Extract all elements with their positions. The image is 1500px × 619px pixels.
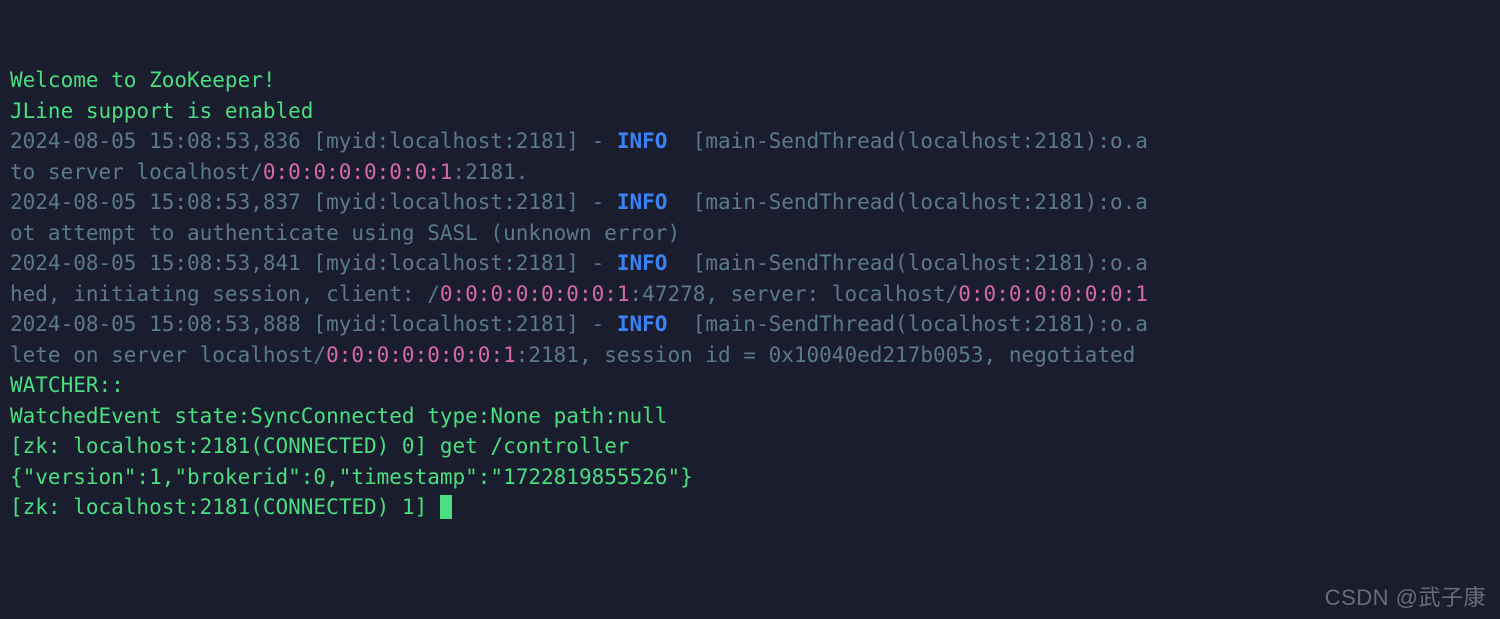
terminal-line: 2024-08-05 15:08:53,836 [myid:localhost:…: [10, 126, 1490, 157]
terminal-text: [zk: localhost:2181(CONNECTED) 0] get /c…: [10, 434, 630, 458]
terminal-text: INFO: [617, 312, 668, 336]
terminal-text: :47278, server: localhost/: [630, 282, 959, 306]
terminal-line: hed, initiating session, client: /0:0:0:…: [10, 279, 1490, 310]
cursor: [440, 495, 452, 519]
terminal-text: 2024-08-05 15:08:53,837 [myid:localhost:…: [10, 190, 617, 214]
terminal-line: JLine support is enabled: [10, 96, 1490, 127]
terminal-text: :2181.: [453, 160, 529, 184]
terminal-line: 2024-08-05 15:08:53,841 [myid:localhost:…: [10, 248, 1490, 279]
terminal-text: 0:0:0:0:0:0:0:1: [326, 343, 516, 367]
terminal-line: to server localhost/0:0:0:0:0:0:0:1:2181…: [10, 157, 1490, 188]
terminal-text: INFO: [617, 251, 668, 275]
terminal-text: JLine support is enabled: [10, 99, 313, 123]
terminal-line: ot attempt to authenticate using SASL (u…: [10, 218, 1490, 249]
watermark: CSDN @武子康: [1325, 583, 1486, 614]
terminal-text: 0:0:0:0:0:0:0:1: [263, 160, 453, 184]
terminal-text: 2024-08-05 15:08:53,836 [myid:localhost:…: [10, 129, 617, 153]
terminal-text: ot attempt to authenticate using SASL (u…: [10, 221, 680, 245]
terminal-text: to server localhost/: [10, 160, 263, 184]
terminal-line: 2024-08-05 15:08:53,888 [myid:localhost:…: [10, 309, 1490, 340]
terminal-text: WatchedEvent state:SyncConnected type:No…: [10, 404, 667, 428]
terminal-text: hed, initiating session, client: /: [10, 282, 440, 306]
terminal-line: WatchedEvent state:SyncConnected type:No…: [10, 401, 1490, 432]
terminal-line: lete on server localhost/0:0:0:0:0:0:0:1…: [10, 340, 1490, 371]
terminal-text: INFO: [617, 129, 668, 153]
terminal-text: [main-SendThread(localhost:2181):o.a: [667, 312, 1147, 336]
terminal-text: [zk: localhost:2181(CONNECTED) 1]: [10, 495, 440, 519]
terminal-line: {"version":1,"brokerid":0,"timestamp":"1…: [10, 462, 1490, 493]
terminal-output[interactable]: Welcome to ZooKeeper! JLine support is en…: [0, 0, 1500, 619]
terminal-text: 0:0:0:0:0:0:0:1: [440, 282, 630, 306]
terminal-text: [main-SendThread(localhost:2181):o.a: [667, 251, 1147, 275]
terminal-line: Welcome to ZooKeeper!: [10, 65, 1490, 96]
terminal-text: [main-SendThread(localhost:2181):o.a: [667, 129, 1147, 153]
terminal-text: Welcome to ZooKeeper!: [10, 68, 276, 92]
terminal-text: :2181, session id = 0x10040ed217b0053, n…: [516, 343, 1148, 367]
terminal-text: WATCHER::: [10, 373, 124, 397]
terminal-text: [main-SendThread(localhost:2181):o.a: [667, 190, 1147, 214]
terminal-text: 2024-08-05 15:08:53,888 [myid:localhost:…: [10, 312, 617, 336]
terminal-text: INFO: [617, 190, 668, 214]
terminal-text: 2024-08-05 15:08:53,841 [myid:localhost:…: [10, 251, 617, 275]
terminal-line: [zk: localhost:2181(CONNECTED) 1]: [10, 492, 1490, 523]
terminal-line: [zk: localhost:2181(CONNECTED) 0] get /c…: [10, 431, 1490, 462]
terminal-text: lete on server localhost/: [10, 343, 326, 367]
terminal-line: 2024-08-05 15:08:53,837 [myid:localhost:…: [10, 187, 1490, 218]
terminal-line: WATCHER::: [10, 370, 1490, 401]
terminal-text: 0:0:0:0:0:0:0:1: [958, 282, 1148, 306]
terminal-text: {"version":1,"brokerid":0,"timestamp":"1…: [10, 465, 693, 489]
